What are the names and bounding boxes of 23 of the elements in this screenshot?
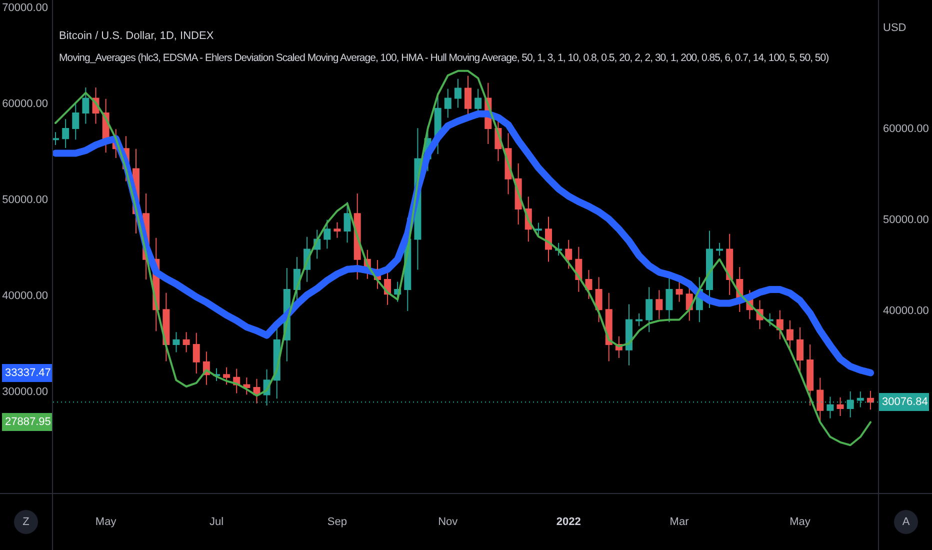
- price-badge: 27887.95: [2, 413, 52, 432]
- axis-label: 50000.00: [2, 193, 48, 207]
- axis-label: 60000.00: [883, 122, 929, 136]
- axis-label: Nov: [438, 516, 458, 528]
- axis-label: May: [95, 516, 116, 528]
- axis-label: Mar: [670, 516, 689, 528]
- axis-label: 2022: [556, 516, 581, 528]
- axis-label: Jul: [209, 516, 224, 528]
- axis-label: 60000.00: [2, 97, 48, 111]
- price-badge: 30076.84: [879, 393, 929, 412]
- currency-label: USD: [883, 21, 906, 35]
- axis-label: 40000.00: [2, 289, 48, 303]
- axis-label: 70000.00: [2, 1, 48, 15]
- auto-scale-button[interactable]: A: [894, 510, 918, 534]
- timezone-button[interactable]: Z: [14, 510, 38, 534]
- axis-label: May: [790, 516, 810, 528]
- axis-label: 50000.00: [883, 213, 929, 227]
- axis-label: 30000.00: [2, 385, 48, 399]
- indicator-legend: Moving_Averages (hlc3, EDSMA - Ehlers Deviation Scaled Moving Average, 100, HMA - Hull Moving Average, 50, 1, 3, 1, 10, 0.8, 0.5, 20, 2, 2, 30, 1, 200, 0.85, 6, 0.7, 14, 100, 5, 50, 50): [59, 52, 829, 64]
- price-badge: 33337.47: [2, 364, 52, 382]
- axis-label: Sep: [327, 516, 347, 528]
- chart-title: Bitcoin / U.S. Dollar, 1D, INDEX: [59, 30, 215, 42]
- axis-label: 40000.00: [883, 304, 929, 318]
